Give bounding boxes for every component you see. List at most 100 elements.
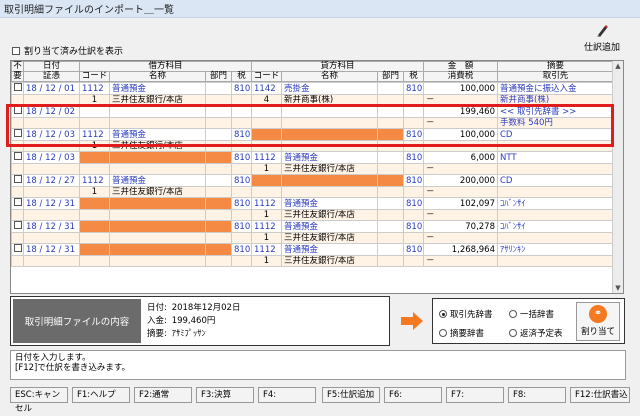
cell-cname2[interactable]: 三井住友銀行/本店 [281,209,378,221]
checkbox-box[interactable] [12,46,20,55]
table-subrow[interactable]: 1 三井住友銀行/本店 － [11,163,614,175]
cell-dcode2[interactable]: 1 [79,140,110,152]
cell-dname2[interactable] [109,255,206,267]
show-assigned-checkbox[interactable]: 割り当て済み仕訳を表示 [12,44,123,57]
cell-cname[interactable]: 普通預金 [281,220,378,233]
table-subrow[interactable]: 1 三井住友銀行/本店 4 新井商事(株) －新井商事(株) [11,94,614,106]
cell-cname[interactable] [281,105,378,118]
cell-ccode[interactable]: 1112 [251,220,282,233]
cell-ccode[interactable]: 1112 [251,243,282,256]
cell-dname2[interactable]: 三井住友銀行/本店 [109,140,206,152]
cell-cname[interactable] [281,174,378,187]
cell-voucher[interactable] [23,209,80,221]
cell-voucher[interactable] [23,163,80,175]
cell-ccode[interactable] [251,105,282,118]
fkey-f4[interactable]: F4: [258,387,316,403]
cell-fuyo2[interactable] [11,94,24,106]
cell-summary[interactable]: ｺﾊﾞﾝｻｲ [497,220,614,233]
cell-date[interactable]: 18 / 12 / 31 [23,243,80,256]
cell-cname[interactable] [281,128,378,141]
cell-ccode2[interactable]: 1 [251,163,282,175]
grid-scrollbar[interactable]: ▲ ▼ [612,61,623,293]
radio-refund-sched[interactable] [509,329,517,337]
cell-fuyo[interactable] [11,197,24,210]
cell-cdept[interactable] [377,197,404,210]
row-checkbox[interactable] [14,198,22,206]
cell-dtax[interactable] [231,105,252,118]
cell-ddept2[interactable] [205,140,232,152]
table-subrow[interactable]: 1 三井住友銀行/本店 － [11,209,614,221]
fkey-f6[interactable]: F6: [384,387,442,403]
cell-ctax2[interactable] [403,117,424,129]
cell-dtax2[interactable] [231,255,252,267]
cell-ccode[interactable] [251,174,282,187]
cell-ddept[interactable] [205,105,232,118]
cell-dtax[interactable]: 810 [231,197,252,210]
table-row[interactable]: 18 / 12 / 03 1112 普通預金 810 810 100,000 CD [11,128,614,141]
fkey-f3[interactable]: F3:決算 [196,387,254,403]
fkey-esc[interactable]: ESC:キャンセル [10,387,68,414]
cell-cdept[interactable] [377,174,404,187]
cell-dcode[interactable] [79,151,110,164]
cell-dtax2[interactable] [231,140,252,152]
cell-cdept2[interactable] [377,186,404,198]
row-checkbox[interactable] [14,221,22,229]
cell-ctax2[interactable] [403,255,424,267]
table-row[interactable]: 18 / 12 / 27 1112 普通預金 810 810 200,000 CD [11,174,614,187]
cell-taxamt[interactable]: － [423,186,498,198]
cell-fuyo2[interactable] [11,117,24,129]
cell-ddept[interactable] [205,197,232,210]
cell-taxamt[interactable]: － [423,163,498,175]
cell-fuyo[interactable] [11,82,24,95]
cell-ctax[interactable]: 810 [403,174,424,187]
cell-ddept[interactable] [205,82,232,95]
row-checkbox[interactable] [14,152,22,160]
cell-voucher[interactable] [23,117,80,129]
cell-cname2[interactable] [281,186,378,198]
cell-dtax[interactable]: 810 [231,220,252,233]
cell-ddept[interactable] [205,243,232,256]
cell-cdept2[interactable] [377,163,404,175]
cell-dtax2[interactable] [231,163,252,175]
table-row[interactable]: 18 / 12 / 31 810 1112 普通預金 810 102,097 ｺﾊﾞﾝｻｲ [11,197,614,210]
journal-grid[interactable]: 不 日付 借方科目 貸方科目 金 額 摘要 要 証憑 コード 名称 部門 税 コ… [10,60,624,294]
option-refund-sched[interactable]: 返済予定表 [509,327,563,339]
cell-fuyo[interactable] [11,151,24,164]
cell-taxamt[interactable]: － [423,140,498,152]
cell-dcode2[interactable]: 1 [79,186,110,198]
cell-ctax2[interactable] [403,163,424,175]
cell-ddept2[interactable] [205,186,232,198]
cell-fuyo2[interactable] [11,186,24,198]
cell-ctax[interactable]: 810 [403,82,424,95]
cell-dcode2[interactable]: 1 [79,94,110,106]
cell-cdept2[interactable] [377,255,404,267]
cell-taxamt[interactable]: － [423,232,498,244]
cell-ccode[interactable] [251,128,282,141]
cell-amount[interactable]: 1,268,964 [423,243,498,256]
cell-date[interactable]: 18 / 12 / 31 [23,197,80,210]
cell-fuyo2[interactable] [11,140,24,152]
cell-taxamt[interactable]: － [423,94,498,106]
cell-cdept[interactable] [377,220,404,233]
cell-dname2[interactable] [109,209,206,221]
cell-ctax2[interactable] [403,209,424,221]
cell-dname[interactable] [109,105,206,118]
table-row[interactable]: 18 / 12 / 31 810 1112 普通預金 810 70,278 ｺﾊﾞﾝｻｲ [11,220,614,233]
cell-voucher[interactable] [23,186,80,198]
cell-amount[interactable]: 100,000 [423,82,498,95]
cell-taxamt[interactable]: － [423,255,498,267]
cell-dname[interactable] [109,220,206,233]
cell-dname2[interactable] [109,163,206,175]
cell-ddept2[interactable] [205,117,232,129]
cell-ctax[interactable]: 810 [403,243,424,256]
cell-ddept[interactable] [205,128,232,141]
cell-cname[interactable]: 普通預金 [281,151,378,164]
cell-cname[interactable]: 売掛金 [281,82,378,95]
cell-partner[interactable] [497,232,614,244]
fkey-f1[interactable]: F1:ヘルプ [72,387,130,403]
cell-amount[interactable]: 200,000 [423,174,498,187]
cell-cdept[interactable] [377,151,404,164]
cell-cdept2[interactable] [377,117,404,129]
cell-summary[interactable]: ｱｻﾘﾝｷﾝ [497,243,614,256]
cell-amount[interactable]: 102,097 [423,197,498,210]
